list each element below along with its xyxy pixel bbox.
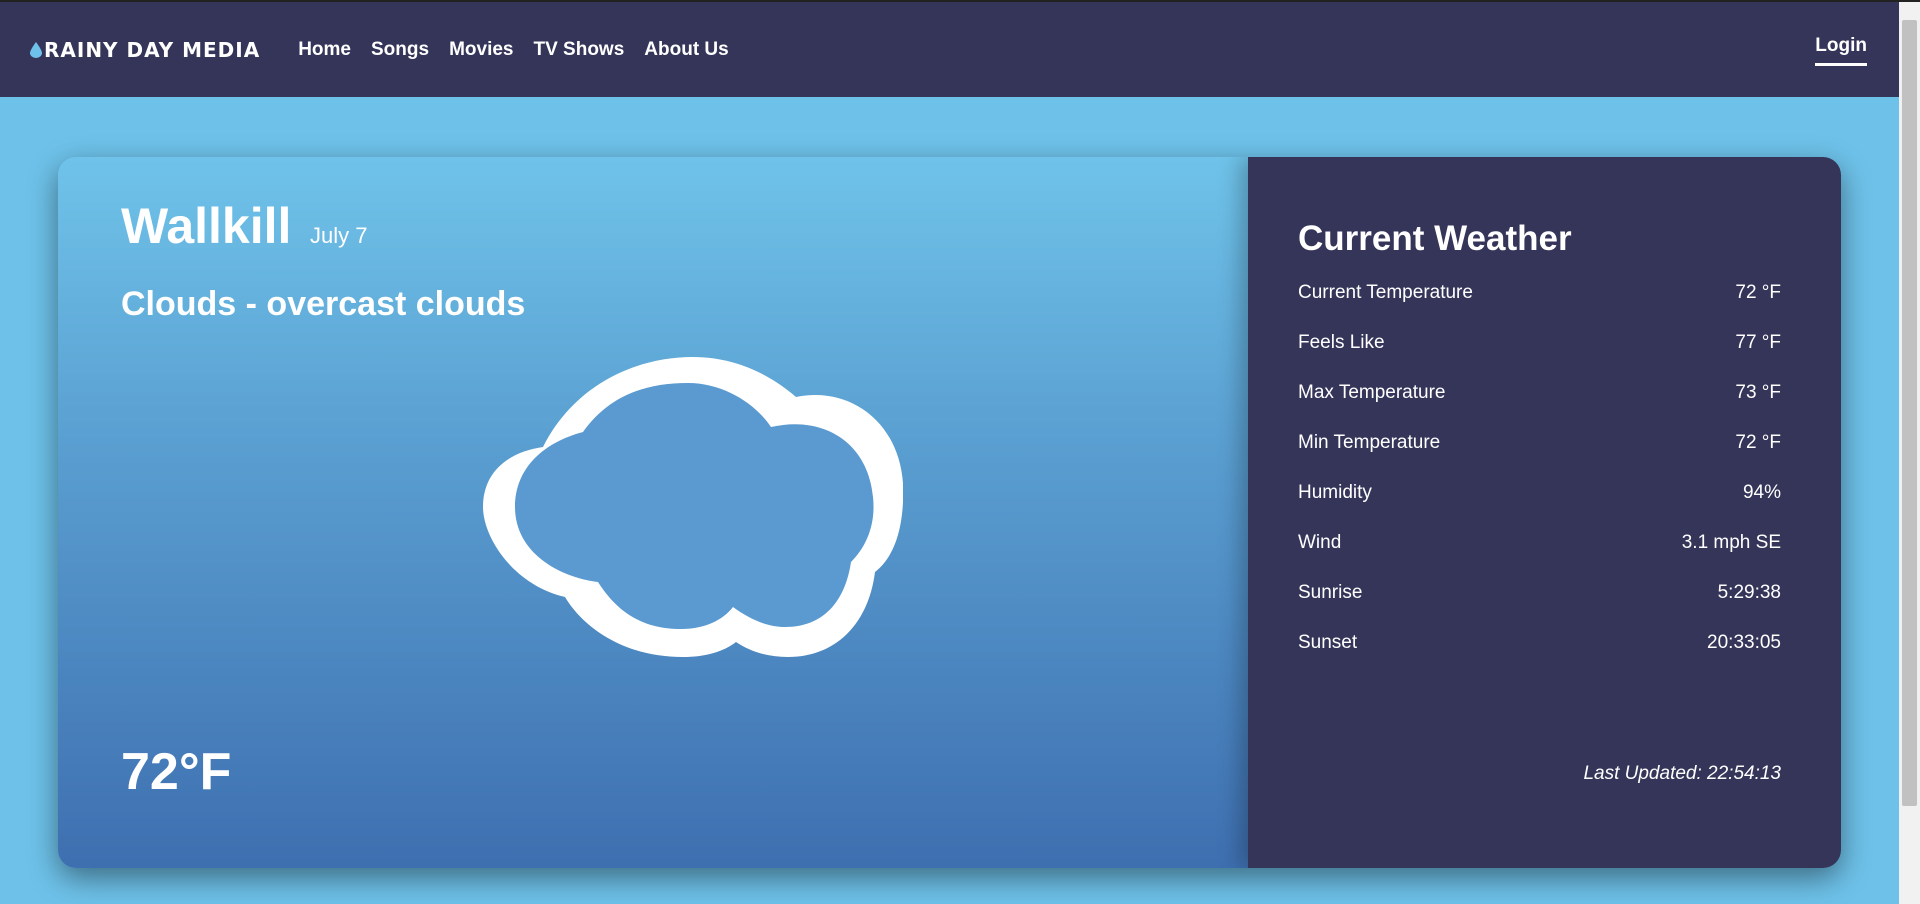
nav-link-home[interactable]: Home: [298, 39, 351, 61]
raindrop-icon: [30, 41, 42, 58]
detail-value: 72 °F: [1735, 432, 1781, 453]
cloud-icon: [483, 357, 903, 657]
brand-logo[interactable]: Rainy Day Media: [30, 38, 260, 62]
detail-row-feels-like: Feels Like 77 °F: [1298, 332, 1781, 382]
scrollbar-thumb[interactable]: [1902, 20, 1917, 806]
detail-label: Humidity: [1298, 482, 1372, 503]
detail-row-wind: Wind 3.1 mph SE: [1298, 532, 1781, 582]
current-weather-title: Current Weather: [1298, 219, 1572, 258]
detail-value: 3.1 mph SE: [1681, 532, 1781, 553]
nav-link-songs[interactable]: Songs: [371, 39, 429, 61]
brand-name: Rainy Day Media: [44, 37, 261, 62]
detail-value: 20:33:05: [1707, 632, 1781, 653]
weather-summary-panel: Wallkill July 7 Clouds - overcast clouds…: [58, 157, 1248, 868]
detail-row-humidity: Humidity 94%: [1298, 482, 1781, 532]
login-link[interactable]: Login: [1815, 35, 1867, 66]
detail-label: Sunrise: [1298, 582, 1363, 603]
detail-value: 72 °F: [1735, 282, 1781, 303]
detail-row-max-temperature: Max Temperature 73 °F: [1298, 382, 1781, 432]
detail-row-min-temperature: Min Temperature 72 °F: [1298, 432, 1781, 482]
detail-row-sunrise: Sunrise 5:29:38: [1298, 582, 1781, 632]
weather-card: Wallkill July 7 Clouds - overcast clouds…: [58, 157, 1841, 868]
detail-label: Max Temperature: [1298, 382, 1446, 403]
detail-value: 5:29:38: [1717, 582, 1781, 603]
weather-date: July 7: [310, 223, 368, 248]
current-weather-panel: Current Weather Current Temperature 72 °…: [1248, 157, 1841, 868]
last-updated-text: Last Updated: 22:54:13: [1583, 763, 1781, 784]
current-temperature-large: 72°F: [121, 743, 232, 801]
detail-label: Min Temperature: [1298, 432, 1441, 453]
nav-links: Home Songs Movies TV Shows About Us: [298, 39, 749, 61]
city-name: Wallkill: [121, 198, 292, 254]
weather-details-list: Current Temperature 72 °F Feels Like 77 …: [1298, 282, 1781, 682]
detail-row-current-temperature: Current Temperature 72 °F: [1298, 282, 1781, 332]
detail-row-sunset: Sunset 20:33:05: [1298, 632, 1781, 682]
nav-link-tv-shows[interactable]: TV Shows: [533, 39, 624, 61]
detail-label: Sunset: [1298, 632, 1358, 653]
nav-link-about-us[interactable]: About Us: [644, 39, 728, 61]
weather-description: Clouds - overcast clouds: [121, 285, 526, 323]
detail-label: Wind: [1298, 532, 1342, 553]
detail-value: 73 °F: [1735, 382, 1781, 403]
navbar: Rainy Day Media Home Songs Movies TV Sho…: [0, 2, 1899, 97]
nav-link-movies[interactable]: Movies: [449, 39, 513, 61]
detail-value: 77 °F: [1735, 332, 1781, 353]
detail-label: Feels Like: [1298, 332, 1385, 353]
detail-value: 94%: [1742, 482, 1781, 503]
scrollbar[interactable]: [1899, 2, 1920, 904]
detail-label: Current Temperature: [1298, 282, 1473, 303]
